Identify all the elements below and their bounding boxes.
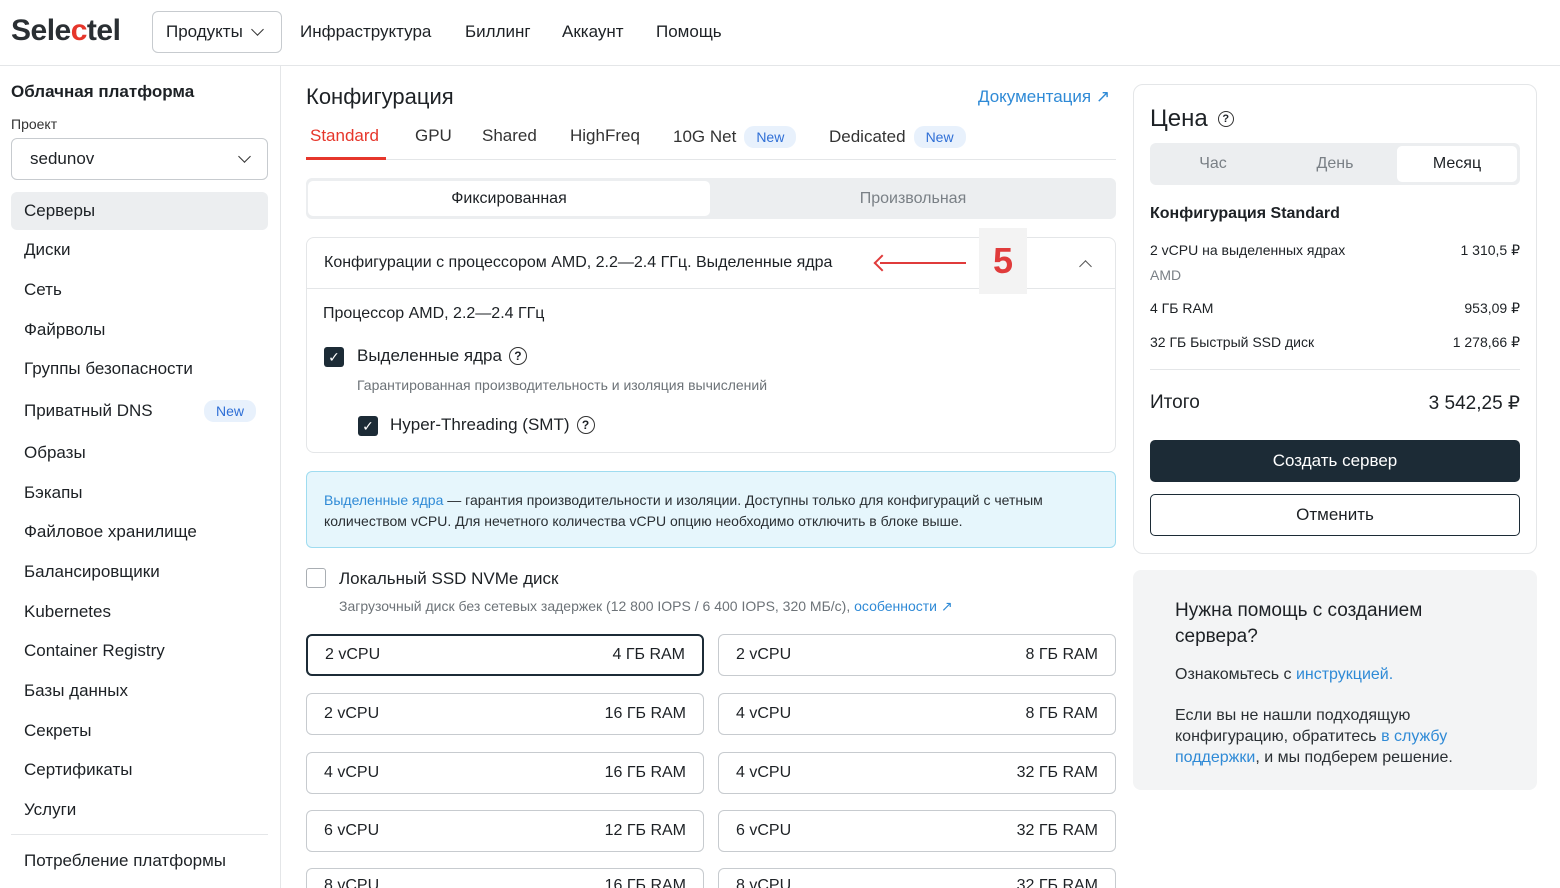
nvme-features-link[interactable]: особенности ↗ — [854, 598, 952, 614]
config-card[interactable]: 8 vCPU 32 ГБ RAM — [718, 868, 1116, 888]
price-total: Итого 3 542,25 ₽ — [1150, 392, 1520, 414]
products-label: Продукты — [166, 22, 243, 41]
help-heading: Нужна помощь с созданием сервера? — [1175, 600, 1423, 647]
project-label: Проект — [11, 116, 58, 132]
price-title: Цена ? — [1150, 105, 1234, 133]
nav-account[interactable]: Аккаунт — [562, 22, 624, 42]
sidebar-item-container-registry[interactable]: Container Registry — [11, 632, 268, 670]
nav-infrastructure[interactable]: Инфраструктура — [300, 22, 431, 42]
price-line: 2 vCPU на выделенных ядрах 1 310,5 ₽ — [1150, 242, 1520, 258]
dedicated-cores-info: Выделенные ядра — гарантия производитель… — [306, 471, 1116, 548]
option-custom[interactable]: Произвольная — [712, 181, 1114, 216]
sidebar-item-images[interactable]: Образы — [11, 434, 268, 472]
chevron-down-icon — [238, 150, 251, 163]
tab-dedicated[interactable]: Dedicated New — [829, 126, 966, 148]
dedicated-cores-checkbox[interactable]: ✓ — [324, 347, 344, 367]
tab-10g-net[interactable]: 10G Net New — [673, 126, 797, 148]
nvme-description: Загрузочный диск без сетевых задержек (1… — [339, 598, 953, 614]
sidebar-item-certificates[interactable]: Сертификаты — [11, 751, 268, 789]
sidebar-item-backups[interactable]: Бэкапы — [11, 474, 268, 512]
sidebar-item-services[interactable]: Услуги — [11, 791, 268, 829]
period-month[interactable]: Месяц — [1397, 146, 1517, 182]
sidebar-item-file-storage[interactable]: Файловое хранилище — [11, 513, 268, 551]
period-switch: Час День Месяц — [1150, 143, 1520, 185]
price-line: 32 ГБ Быстрый SSD диск 1 278,66 ₽ — [1150, 334, 1520, 350]
sidebar-item-network[interactable]: Сеть — [11, 271, 268, 309]
tab-standard[interactable]: Standard — [310, 126, 379, 146]
sidebar-item-disks[interactable]: Диски — [11, 231, 268, 269]
tab-shared[interactable]: Shared — [482, 126, 537, 146]
nvme-label: Локальный SSD NVMe диск — [339, 569, 559, 588]
chevron-down-icon — [250, 23, 264, 36]
help-text-instructions: Ознакомьтесь с инструкцией. — [1175, 666, 1394, 683]
new-badge: New — [744, 126, 797, 148]
sidebar-item-databases[interactable]: Базы данных — [11, 672, 268, 710]
period-day[interactable]: День — [1275, 146, 1395, 182]
config-type-switch: Фиксированная Произвольная — [306, 178, 1116, 219]
sidebar-title: Облачная платформа — [11, 82, 195, 101]
config-card[interactable]: 4 vCPU 16 ГБ RAM — [306, 752, 704, 794]
config-card[interactable]: 2 vCPU 4 ГБ RAM — [306, 634, 704, 676]
processor-label: Процессор AMD, 2.2—2.4 ГГц — [323, 305, 545, 322]
annotation-arrow — [880, 262, 966, 264]
sidebar-item-firewalls[interactable]: Файрволы — [11, 311, 268, 349]
nav-help[interactable]: Помощь — [656, 22, 722, 42]
sidebar-divider — [11, 834, 268, 835]
selectel-logo[interactable]: Selectel — [11, 14, 121, 48]
help-icon[interactable]: ? — [508, 347, 527, 365]
products-dropdown[interactable]: Продукты — [152, 11, 282, 53]
nav-billing[interactable]: Биллинг — [465, 22, 531, 42]
config-card[interactable]: 6 vCPU 32 ГБ RAM — [718, 810, 1116, 852]
sidebar-item-secrets[interactable]: Секреты — [11, 712, 268, 750]
help-icon[interactable]: ? — [576, 416, 595, 434]
config-card[interactable]: 2 vCPU 8 ГБ RAM — [718, 634, 1116, 676]
config-card[interactable]: 8 vCPU 16 ГБ RAM — [306, 868, 704, 888]
sidebar: Облачная платформа Проект sedunov Сервер… — [0, 66, 281, 888]
sidebar-item-load-balancers[interactable]: Балансировщики — [11, 553, 268, 591]
config-card[interactable]: 4 vCPU 8 ГБ RAM — [718, 693, 1116, 735]
help-icon[interactable]: ? — [1217, 111, 1234, 127]
new-badge: New — [203, 400, 256, 422]
instructions-link[interactable]: инструкцией. — [1296, 666, 1393, 683]
dedicated-cores-label: Выделенные ядра ? — [357, 346, 527, 366]
price-divider — [1150, 369, 1520, 370]
dedicated-cores-description: Гарантированная производительность и изо… — [357, 377, 768, 393]
page-title: Конфигурация — [306, 84, 454, 109]
cancel-button[interactable]: Отменить — [1150, 494, 1520, 536]
sidebar-item-private-dns[interactable]: Приватный DNS New — [11, 392, 268, 430]
sidebar-item-platform-usage[interactable]: Потребление платформы — [11, 842, 268, 880]
price-config-title: Конфигурация Standard — [1150, 205, 1340, 222]
tab-gpu[interactable]: GPU — [415, 126, 452, 146]
documentation-link[interactable]: Документация ↗ — [978, 87, 1110, 107]
create-server-button[interactable]: Создать сервер — [1150, 440, 1520, 482]
config-tabs: Standard GPU Shared HighFreq 10G Net New… — [306, 120, 1116, 160]
config-card[interactable]: 2 vCPU 16 ГБ RAM — [306, 693, 704, 735]
sidebar-item-servers[interactable]: Серверы — [11, 192, 268, 230]
price-line-sub: AMD — [1150, 267, 1182, 283]
price-line: 4 ГБ RAM 953,09 ₽ — [1150, 300, 1520, 316]
sidebar-item-kubernetes[interactable]: Kubernetes — [11, 593, 268, 631]
tab-highfreq[interactable]: HighFreq — [570, 126, 640, 146]
project-value: sedunov — [30, 149, 95, 168]
config-card[interactable]: 6 vCPU 12 ГБ RAM — [306, 810, 704, 852]
hyperthreading-label: Hyper-Threading (SMT) ? — [390, 415, 595, 435]
info-link[interactable]: Выделенные ядра — [324, 492, 443, 508]
project-select[interactable]: sedunov — [11, 138, 268, 180]
new-badge: New — [913, 126, 966, 148]
hyperthreading-checkbox[interactable]: ✓ — [358, 416, 378, 436]
help-text-support: Если вы не нашли подходящую конфигурацию… — [1175, 707, 1453, 766]
period-hour[interactable]: Час — [1153, 146, 1273, 182]
help-panel: Нужна помощь с созданием сервера? Ознако… — [1133, 570, 1537, 790]
active-tab-indicator — [306, 157, 386, 160]
config-section-title: Конфигурации с процессором AMD, 2.2—2.4 … — [324, 254, 833, 271]
top-bar: Selectel Продукты Инфраструктура Биллинг… — [0, 0, 1560, 66]
config-card[interactable]: 4 vCPU 32 ГБ RAM — [718, 752, 1116, 794]
nvme-checkbox[interactable] — [306, 568, 326, 588]
annotation-step-number: 5 — [979, 228, 1027, 294]
sidebar-item-security-groups[interactable]: Группы безопасности — [11, 350, 268, 388]
option-fixed[interactable]: Фиксированная — [308, 181, 710, 216]
